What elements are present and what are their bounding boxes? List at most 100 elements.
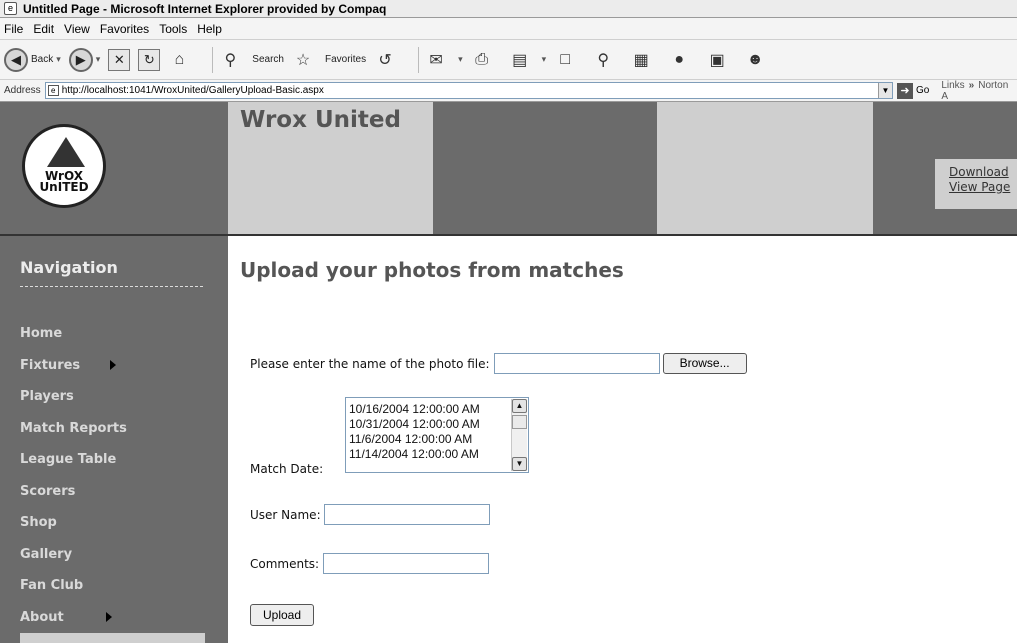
print-button[interactable]: ⎙ (471, 49, 501, 71)
refresh-button[interactable]: ↻ (138, 48, 161, 71)
links-toolbar[interactable]: Links» Norton A (941, 80, 1017, 102)
address-input[interactable]: e http://localhost:1041/WroxUnited/Galle… (44, 82, 893, 99)
forward-dropdown-icon[interactable]: ▾ (96, 54, 101, 65)
wrox-united-logo[interactable]: WrOX UnITED (22, 124, 106, 208)
scroll-up-icon[interactable]: ▲ (512, 399, 527, 413)
navigation-divider (20, 286, 203, 287)
home-icon: ⌂ (174, 50, 185, 68)
nav-item-label: Scorers (20, 483, 76, 499)
nav-item-scorers[interactable]: Scorers (20, 476, 127, 508)
scroll-down-icon[interactable]: ▼ (512, 457, 527, 471)
nav-item-label: Home (20, 326, 63, 342)
nav-item-home[interactable]: Home (20, 318, 127, 350)
comments-input[interactable] (323, 553, 490, 574)
nav-item-shop[interactable]: Shop (20, 507, 127, 539)
calendar-button[interactable]: ▦ (630, 49, 660, 71)
mail-button[interactable]: ✉ ▾ (425, 49, 463, 71)
address-dropdown-icon[interactable]: ▼ (877, 83, 892, 98)
logo-triangle-icon (47, 137, 85, 167)
word-edit-icon: ▤ (512, 51, 528, 69)
menubar: File Edit View Favorites Tools Help (0, 18, 1017, 40)
nav-item-players[interactable]: Players (20, 381, 127, 413)
links-chevron-icon[interactable]: » (969, 80, 975, 91)
browse-button[interactable]: Browse... (662, 353, 747, 374)
date-option[interactable]: 11/14/2004 12:00:00 AM (349, 447, 480, 462)
scroll-thumb[interactable] (512, 415, 527, 429)
nav-item-label: Gallery (20, 546, 73, 562)
photo-file-input[interactable] (493, 353, 660, 374)
menu-favorites[interactable]: Favorites (100, 22, 149, 36)
stop-button[interactable]: ✕ (108, 48, 131, 71)
date-option[interactable]: 11/6/2004 12:00:00 AM (349, 432, 480, 447)
nav-item-label: Fixtures (20, 357, 81, 373)
comments-label: Comments: (250, 556, 320, 571)
contacts-button[interactable]: ☻ (744, 49, 774, 71)
search-label: Search (252, 54, 284, 65)
messenger-icon: ● (674, 50, 684, 68)
links-label: Links (941, 79, 965, 91)
back-button[interactable]: ◀ Back ▾ (4, 47, 61, 72)
discuss-icon: □ (560, 50, 570, 68)
history-icon: ↺ (378, 51, 392, 69)
upload-button[interactable]: Upload (250, 604, 314, 626)
search-button[interactable]: ⚲ Search (219, 49, 284, 71)
address-url[interactable]: http://localhost:1041/WroxUnited/Gallery… (62, 85, 324, 96)
window-title: Untitled Page - Microsoft Internet Explo… (23, 1, 387, 16)
submenu-arrow-icon (110, 360, 117, 371)
nav-item-fan-club[interactable]: Fan Club (20, 570, 127, 602)
toolbar-separator (212, 46, 214, 73)
go-button[interactable]: ➜ Go (896, 82, 930, 99)
header-links: Download View Page (935, 159, 1017, 209)
favorites-star-icon: ☆ (295, 51, 311, 69)
menu-tools[interactable]: Tools (159, 22, 187, 36)
user-name-label: User Name: (250, 507, 321, 522)
back-dropdown-icon[interactable]: ▾ (56, 54, 61, 65)
nav-item-gallery[interactable]: Gallery (20, 539, 127, 571)
listbox-scrollbar[interactable]: ▲ ▼ (511, 399, 527, 471)
nav-item-match-reports[interactable]: Match Reports (20, 413, 127, 445)
sidebar: Navigation Home Fixtures Players Match R… (0, 236, 228, 643)
mail-dropdown-icon[interactable]: ▾ (458, 54, 463, 65)
nav-item-label: About (20, 609, 64, 625)
view-page-link[interactable]: View Page (949, 180, 1017, 195)
history-button[interactable]: ↺ (374, 49, 404, 71)
messenger-button[interactable]: ● (668, 49, 698, 71)
menu-help[interactable]: Help (197, 22, 222, 36)
nav-item-fixtures[interactable]: Fixtures (20, 350, 127, 382)
back-arrow-icon: ◀ (4, 47, 28, 72)
nav-item-label: Fan Club (20, 578, 84, 594)
favorites-button[interactable]: ☆ Favorites (292, 49, 366, 71)
research-icon: ⚲ (597, 51, 610, 69)
mail-icon: ✉ (429, 51, 443, 69)
photo-file-label: Please enter the name of the photo file: (250, 356, 490, 371)
date-options: 10/16/2004 12:00:00 AM 10/31/2004 12:00:… (349, 402, 480, 462)
logo-text: WrOX UnITED (25, 170, 103, 193)
download-link[interactable]: Download (949, 165, 1017, 180)
match-date-listbox[interactable]: 10/16/2004 12:00:00 AM 10/31/2004 12:00:… (345, 397, 529, 473)
nav-item-about[interactable]: About (20, 602, 127, 634)
forward-button[interactable]: ▶ ▾ (68, 47, 101, 72)
menu-edit[interactable]: Edit (33, 22, 54, 36)
date-option[interactable]: 10/31/2004 12:00:00 AM (349, 417, 480, 432)
edit-dropdown-icon[interactable]: ▾ (542, 54, 547, 65)
nav-item-label: League Table (20, 452, 117, 468)
logo-area: WrOX UnITED (0, 102, 228, 234)
date-option[interactable]: 10/16/2004 12:00:00 AM (349, 402, 480, 417)
go-label: Go (915, 85, 930, 96)
home-button[interactable]: ⌂ (168, 49, 198, 71)
navigation-heading: Navigation (20, 258, 118, 277)
edit-button[interactable]: ▤ ▾ (509, 49, 547, 71)
nav-item-league-table[interactable]: League Table (20, 444, 127, 476)
go-arrow-icon: ➜ (896, 82, 913, 99)
nav-item-label: Shop (20, 515, 57, 531)
main-content: Upload your photos from matches Please e… (228, 236, 1017, 643)
discuss-button[interactable]: □ (554, 49, 584, 71)
media-button[interactable]: ▣ (706, 49, 736, 71)
menu-view[interactable]: View (64, 22, 90, 36)
research-button[interactable]: ⚲ (592, 49, 622, 71)
menu-file[interactable]: File (4, 22, 23, 36)
contacts-icon: ☻ (746, 50, 764, 68)
toolbar-separator (418, 46, 420, 73)
user-name-input[interactable] (323, 504, 490, 525)
search-icon: ⚲ (224, 51, 237, 69)
